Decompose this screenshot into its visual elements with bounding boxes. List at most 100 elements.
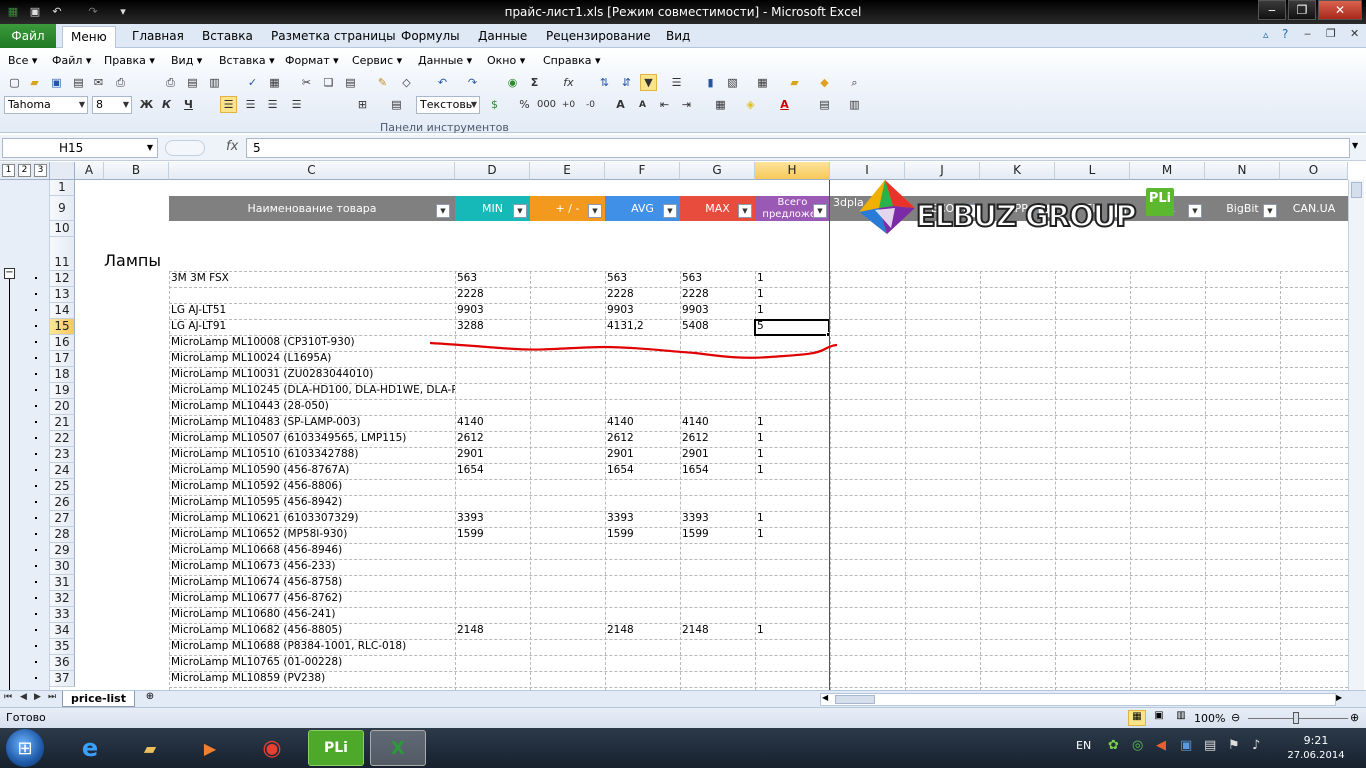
font-name-combo[interactable]: Tahoma ▼ [4,96,88,114]
cell-name[interactable]: MicroLamp ML10008 (CP310T-930) [169,335,455,351]
cell-max[interactable]: 1654 [680,463,755,479]
menu-tools[interactable]: Сервис ▾ [352,54,402,67]
print-preview-icon[interactable]: ⎙ [162,74,179,91]
cell-name[interactable]: MicroLamp ML10682 (456-8805) [169,623,455,639]
chart-icon[interactable]: ▮ [702,74,719,91]
excel-taskbar-icon[interactable]: X [370,730,426,766]
cell-min[interactable] [455,383,530,399]
cell-min[interactable] [455,399,530,415]
row-header[interactable]: 34 [50,623,75,639]
close-icon[interactable]: ✕ [1318,0,1362,20]
cell-total[interactable] [755,575,830,591]
chrome-icon[interactable]: ◉ [244,730,300,766]
workbook-close-icon[interactable]: ✕ [1350,27,1359,40]
vertical-scroll-thumb[interactable] [1351,182,1362,198]
column-header[interactable]: O [1280,162,1348,180]
email-icon[interactable]: ✉ [90,74,107,91]
tray-alert-icon[interactable]: ◀ [1156,738,1166,753]
formula-expand-handle[interactable] [165,140,205,156]
row-header[interactable]: 14 [50,303,75,319]
horizontal-scrollbar[interactable] [820,693,1336,706]
tray-volume-icon[interactable]: ♪ [1252,738,1260,753]
cut-icon[interactable]: ✂ [298,74,315,91]
menu-help[interactable]: Справка ▾ [543,54,601,67]
filter-dropdown-button[interactable]: ▼ [588,204,602,218]
cell-min[interactable] [455,655,530,671]
row-header[interactable]: 26 [50,495,75,511]
filter-dropdown-button[interactable]: ▼ [1188,204,1202,218]
column-header[interactable]: C [169,162,455,180]
cell-min[interactable]: 2901 [455,447,530,463]
cell-avg[interactable]: 9903 [605,303,680,319]
borders-icon[interactable]: ▦ [712,96,729,113]
align-right-icon[interactable]: ☰ [264,96,281,113]
cell-max[interactable] [680,543,755,559]
cell-min[interactable]: 4140 [455,415,530,431]
cell-avg[interactable]: 2901 [605,447,680,463]
filter-dropdown-button[interactable]: ▼ [436,204,450,218]
cell-name[interactable]: MicroLamp ML10673 (456-233) [169,559,455,575]
minimize-icon[interactable]: ‒ [1258,0,1286,20]
cell-name[interactable]: MicroLamp ML10652 (MP58I-930) [169,527,455,543]
column-header[interactable]: N [1205,162,1280,180]
sort-desc-icon[interactable]: ⇵ [618,74,635,91]
cell-min[interactable] [455,607,530,623]
new-icon[interactable]: ▢ [6,74,23,91]
function-icon[interactable]: fx [560,74,577,91]
redo-toolbar-icon[interactable]: ↷ [464,74,481,91]
cell-total[interactable] [755,655,830,671]
cell-name[interactable]: MicroLamp ML10592 (456-8806) [169,479,455,495]
cell-total[interactable] [755,671,830,687]
active-cell-h15[interactable] [754,319,830,336]
cell-min[interactable]: 9903 [455,303,530,319]
row-header[interactable]: 17 [50,351,75,367]
row-header[interactable]: 37 [50,671,75,687]
workbook-restore-icon[interactable]: ❐ [1326,27,1336,40]
column-header[interactable]: D [455,162,530,180]
cell-total[interactable] [755,639,830,655]
row-header[interactable]: 18 [50,367,75,383]
cell-avg[interactable]: 2228 [605,287,680,303]
decrease-indent-icon[interactable]: ⇤ [656,96,673,113]
tab-insert[interactable]: Вставка [194,26,261,48]
cell-min[interactable] [455,591,530,607]
cell-min[interactable] [455,559,530,575]
filter-icon[interactable]: ▼ [640,74,657,91]
preview-icon[interactable]: ▤ [184,74,201,91]
cell-min[interactable] [455,671,530,687]
menu-view[interactable]: Вид ▾ [171,54,202,67]
row-header[interactable]: 25 [50,479,75,495]
cell-avg[interactable] [605,655,680,671]
cell-name[interactable]: MicroLamp ML10621 (6103307329) [169,511,455,527]
cell-avg[interactable] [605,495,680,511]
print-area-icon[interactable]: ▥ [206,74,223,91]
undo-toolbar-icon[interactable]: ↶ [434,74,451,91]
page-break-view-icon[interactable]: ▥ [1172,710,1190,726]
cell-avg[interactable] [605,591,680,607]
tab-formulas[interactable]: Формулы [393,26,468,48]
justify-icon[interactable]: ☰ [288,96,305,113]
horizontal-scroll-thumb[interactable] [835,695,875,704]
cell-name[interactable]: MicroLamp ML10677 (456-8762) [169,591,455,607]
hyperlink-icon[interactable]: ◉ [504,74,521,91]
menu-edit[interactable]: Правка ▾ [104,54,155,67]
zoom-slider-thumb[interactable] [1293,712,1299,724]
cell-max[interactable] [680,655,755,671]
cell-min[interactable]: 1654 [455,463,530,479]
group-icon[interactable]: ☰ [668,74,685,91]
cell-avg[interactable] [605,559,680,575]
row-header[interactable]: 19 [50,383,75,399]
grow-font-icon[interactable]: A [612,96,629,113]
row-header[interactable]: 15 [50,319,75,335]
sheet-tab-price-list[interactable]: price-list [62,691,135,707]
cell-min[interactable]: 3393 [455,511,530,527]
last-sheet-icon[interactable]: ⏭ [48,692,56,702]
cell-total[interactable] [755,495,830,511]
styles-icon[interactable]: ▥ [846,96,863,113]
cell-min[interactable] [455,367,530,383]
paste-icon[interactable]: ▤ [342,74,359,91]
column-header[interactable]: L [1055,162,1130,180]
cell-min[interactable]: 563 [455,271,530,287]
cell-max[interactable] [680,383,755,399]
cell-avg[interactable] [605,543,680,559]
